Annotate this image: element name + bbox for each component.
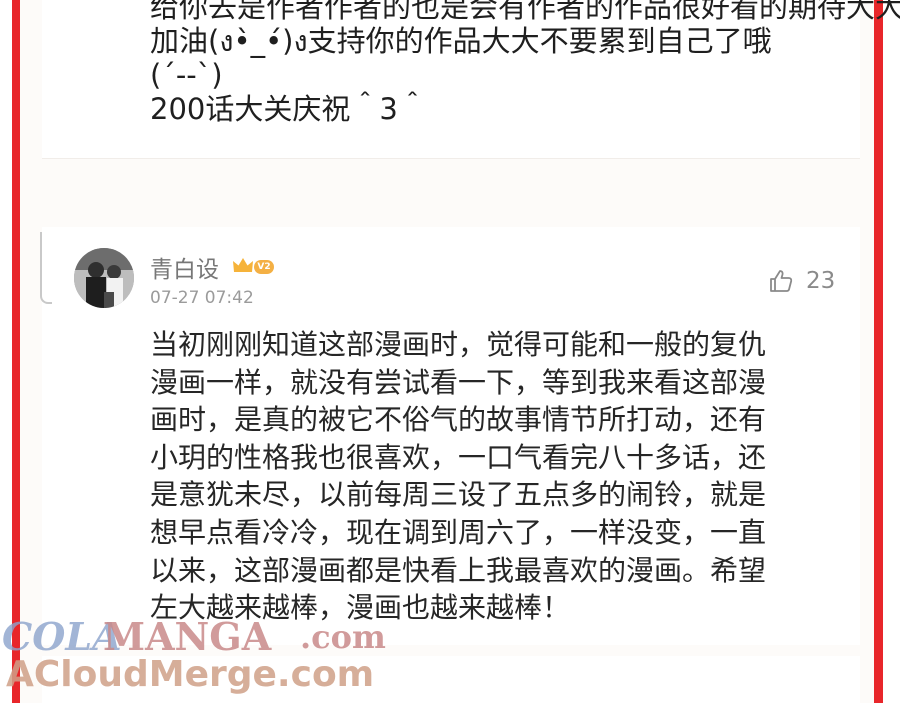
thumbs-up-icon: [770, 270, 793, 292]
crown-icon: [233, 258, 253, 272]
comment-timestamp: 07-27 07:42: [150, 288, 254, 308]
previous-comment-line: 加油(ง•̀_•́)ง支持你的作品大大不要累到自己了哦: [150, 24, 772, 58]
comment-line: 漫画一样，就没有尝试看一下，等到我来看这部漫: [150, 365, 767, 399]
avatar[interactable]: [74, 248, 134, 308]
previous-comment-line: 200话大关庆祝＾3＾: [150, 92, 427, 126]
watermark-acloudmerge: ACloudMerge.com: [6, 654, 375, 695]
like-button[interactable]: 23: [768, 266, 868, 296]
comment-line: 想早点看冷冷，现在调到周六了，一样没变，一直: [150, 515, 767, 549]
comment-username[interactable]: 青白设: [150, 250, 219, 284]
previous-comment-line: (´--`): [150, 58, 223, 92]
avatar-image: [74, 248, 134, 308]
previous-comment-text: 给你去是作者作者的也是会有作者的作品很好看的期待大大 加油(ง•̀_•́)ง支持…: [150, 0, 900, 126]
comment-body: 当初刚刚知道这部漫画时，觉得可能和一般的复仇 漫画一样，就没有尝试看一下，等到我…: [150, 326, 840, 627]
comment-line: 当初刚刚知道这部漫画时，觉得可能和一般的复仇: [150, 328, 767, 361]
level-badge: V2: [254, 260, 274, 274]
previous-comment-line: 给你去是作者作者的也是会有作者的作品很好看的期待大大: [150, 0, 900, 24]
like-count: 23: [806, 268, 836, 294]
comment-line: 小玥的性格我也很喜欢，一口气看完八十多话，还: [150, 440, 767, 474]
left-red-border: [12, 0, 20, 703]
reply-thread-indicator: [40, 232, 52, 304]
comment-line: 画时，是真的被它不俗气的故事情节所打动，还有: [150, 403, 767, 437]
comment-line: 是意犹未尽，以前每周三设了五点多的闹铃，就是: [150, 478, 767, 512]
watermark-manga: MANGA: [103, 614, 272, 659]
watermark-com: .com: [300, 618, 386, 656]
comment-line: 以来，这部漫画都是快看上我最喜欢的漫画。希望: [150, 553, 767, 587]
